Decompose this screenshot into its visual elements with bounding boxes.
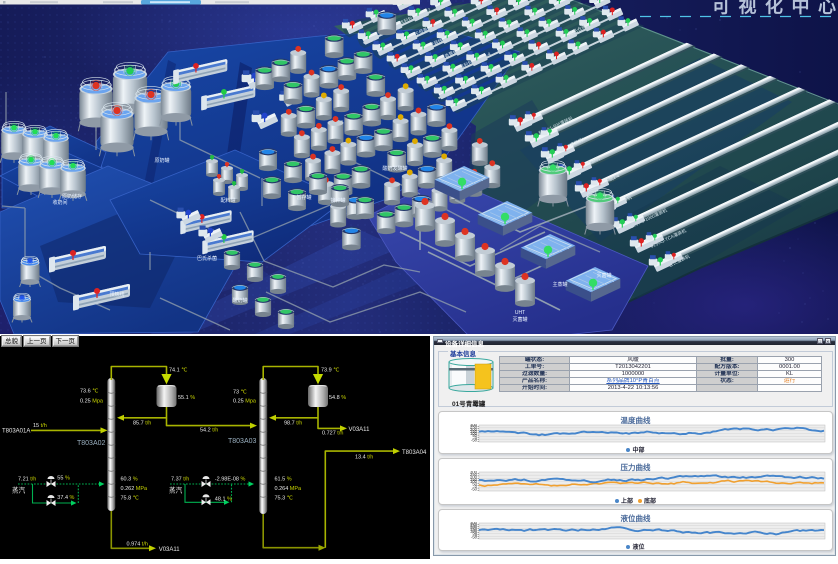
svg-text:7.21 t/h: 7.21 t/h xyxy=(18,477,36,483)
svg-text:T803A01A: T803A01A xyxy=(2,429,30,435)
svg-text:收奶间: 收奶间 xyxy=(52,199,67,206)
svg-text:48.1 %: 48.1 % xyxy=(215,496,232,502)
svg-text:98.7 t/h: 98.7 t/h xyxy=(284,421,302,427)
svg-text:0.25 Mpa: 0.25 Mpa xyxy=(80,399,104,405)
svg-text:原奶储存: 原奶储存 xyxy=(62,193,82,200)
svg-text:T803A04: T803A04 xyxy=(402,450,427,456)
svg-text:T803A02: T803A02 xyxy=(77,440,106,447)
svg-text:主蒸罐: 主蒸罐 xyxy=(552,281,567,288)
svg-text:85.7 t/h: 85.7 t/h xyxy=(133,421,151,427)
svg-text:UHT: UHT xyxy=(515,310,525,316)
svg-text:蒸汽: 蒸汽 xyxy=(169,486,183,495)
svg-text:灭菌罐: 灭菌罐 xyxy=(512,316,527,323)
svg-text:0.727 t/h: 0.727 t/h xyxy=(322,431,343,437)
svg-text:0.264 MPa: 0.264 MPa xyxy=(275,486,303,492)
svg-text:配料罐: 配料罐 xyxy=(220,197,235,204)
svg-text:V03A11: V03A11 xyxy=(159,547,181,553)
svg-text:75.3 ℃: 75.3 ℃ xyxy=(275,495,294,501)
svg-text:V03A11: V03A11 xyxy=(349,427,371,433)
svg-text:-50: -50 xyxy=(471,438,478,443)
svg-text:55.1 %: 55.1 % xyxy=(178,395,195,401)
svg-text:73.9 ℃: 73.9 ℃ xyxy=(321,368,340,374)
svg-text:0.25 Mpa: 0.25 Mpa xyxy=(233,399,257,405)
svg-text:T803A03: T803A03 xyxy=(228,438,257,445)
svg-text:75.8 ℃: 75.8 ℃ xyxy=(121,495,140,501)
svg-text:暂存罐: 暂存罐 xyxy=(296,194,311,201)
svg-text:酸奶发酵罐: 酸奶发酵罐 xyxy=(382,165,407,172)
svg-text:13.4 t/h: 13.4 t/h xyxy=(355,455,373,461)
svg-text:酸奶罐: 酸奶罐 xyxy=(232,297,247,304)
svg-text:61.5 %: 61.5 % xyxy=(275,477,292,483)
svg-text:0.974 t/h: 0.974 t/h xyxy=(127,541,148,547)
svg-text:73.6 ℃: 73.6 ℃ xyxy=(80,389,99,395)
svg-text:-50: -50 xyxy=(471,487,478,492)
svg-text:灭菌罐: 灭菌罐 xyxy=(596,272,611,279)
svg-text:7.37 t/h: 7.37 t/h xyxy=(171,477,189,483)
svg-text:54.8 %: 54.8 % xyxy=(329,395,346,401)
svg-text:可视化中心: 可视化中心 xyxy=(712,0,838,17)
svg-text:接种罐: 接种罐 xyxy=(330,197,345,204)
svg-text:蒸汽: 蒸汽 xyxy=(12,486,26,495)
svg-text:60.3 %: 60.3 % xyxy=(121,477,138,483)
svg-text:54.2 t/h: 54.2 t/h xyxy=(200,428,218,434)
svg-text:预热线: 预热线 xyxy=(109,291,124,298)
svg-text:-2.98E-08 %: -2.98E-08 % xyxy=(215,477,246,483)
svg-text:55 %: 55 % xyxy=(57,476,70,482)
svg-text:原奶罐: 原奶罐 xyxy=(154,157,169,164)
svg-text:15 t/h: 15 t/h xyxy=(33,423,47,429)
svg-text:巴氏杀菌: 巴氏杀菌 xyxy=(197,255,217,262)
svg-text:73 ℃: 73 ℃ xyxy=(233,390,248,396)
svg-text:-50: -50 xyxy=(471,535,478,540)
svg-text:0.262 MPa: 0.262 MPa xyxy=(121,486,149,492)
svg-text:37.4 %: 37.4 % xyxy=(57,495,74,501)
svg-text:74.1 ℃: 74.1 ℃ xyxy=(169,368,188,374)
